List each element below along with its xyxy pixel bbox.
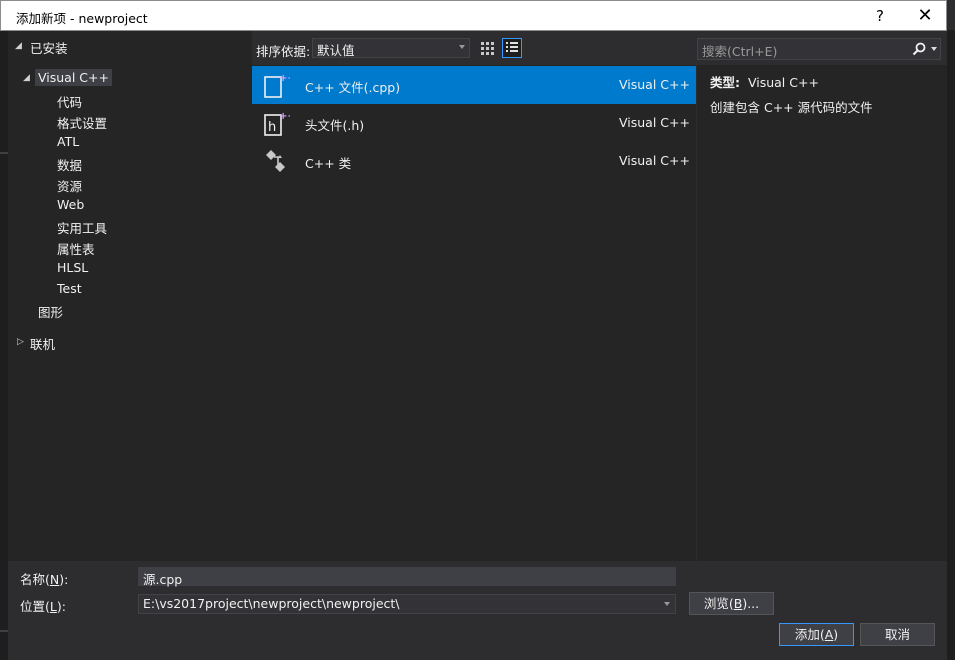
add-button[interactable]: 添加(A) bbox=[779, 623, 854, 646]
template-row-header-file[interactable]: h ++ 头文件(.h) Visual C++ bbox=[252, 104, 696, 142]
sort-dropdown[interactable]: 默认值 bbox=[312, 38, 470, 58]
tree-item-test[interactable]: Test bbox=[57, 281, 82, 296]
chevron-down-icon bbox=[459, 45, 465, 49]
add-new-item-dialog: ◢ 已安装 ◢ Visual C++ 代码 格式设置 ATL 数据 资源 Web… bbox=[8, 31, 947, 648]
location-combobox[interactable]: E:\vs2017project\newproject\newproject\ bbox=[138, 594, 676, 614]
tree-item-graphics[interactable]: 图形 bbox=[38, 302, 63, 321]
background-editor-right bbox=[947, 30, 955, 660]
class-icon bbox=[266, 150, 285, 172]
location-value: E:\vs2017project\newproject\newproject\ bbox=[143, 596, 400, 611]
tree-item-installed[interactable]: 已安装 bbox=[30, 38, 68, 57]
cpp-file-icon: ++ bbox=[264, 73, 290, 98]
template-type: Visual C++ bbox=[619, 115, 690, 130]
template-name: C++ 类 bbox=[305, 156, 352, 171]
category-tree: ◢ 已安装 ◢ Visual C++ 代码 格式设置 ATL 数据 资源 Web… bbox=[8, 31, 252, 561]
template-type: Visual C++ bbox=[619, 77, 690, 92]
sort-label: 排序依据: bbox=[256, 44, 311, 59]
description-type-label: 类型: bbox=[710, 75, 740, 90]
background-editor-left bbox=[0, 30, 8, 660]
svg-text:++: ++ bbox=[279, 73, 290, 84]
tree-item-web[interactable]: Web bbox=[57, 197, 84, 212]
close-button[interactable]: ✕ bbox=[902, 1, 948, 31]
template-list: ++ C++ 文件(.cpp) Visual C++ h ++ 头文件(.h) … bbox=[252, 65, 696, 561]
grid-view-button[interactable] bbox=[477, 38, 497, 58]
window-title: 添加新项 - newproject bbox=[16, 11, 148, 26]
svg-text:++: ++ bbox=[279, 111, 290, 122]
tree-item-visual-cpp[interactable]: Visual C++ bbox=[35, 69, 112, 86]
search-options-chevron-icon[interactable] bbox=[931, 47, 937, 51]
cancel-button[interactable]: 取消 bbox=[860, 623, 935, 646]
list-view-icon bbox=[506, 42, 518, 52]
tree-item-code[interactable]: 代码 bbox=[57, 92, 82, 111]
template-name: 头文件(.h) bbox=[305, 118, 365, 133]
tree-item-atl[interactable]: ATL bbox=[57, 134, 79, 149]
description-type: 类型: Visual C++ bbox=[710, 72, 819, 91]
template-row-cpp-class[interactable]: C++ 类 Visual C++ bbox=[252, 142, 696, 180]
background-divider bbox=[0, 630, 8, 632]
search-input[interactable]: 搜索(Ctrl+E) bbox=[697, 38, 941, 60]
expanded-arrow-icon[interactable]: ◢ bbox=[15, 41, 22, 51]
sort-value: 默认值 bbox=[317, 43, 355, 58]
collapsed-arrow-icon[interactable]: ▷ bbox=[17, 337, 24, 347]
tree-item-formatting[interactable]: 格式设置 bbox=[57, 113, 107, 132]
name-label: 名称(N): bbox=[20, 572, 69, 587]
tree-item-utility[interactable]: 实用工具 bbox=[57, 218, 107, 237]
tree-item-resources[interactable]: 资源 bbox=[57, 176, 82, 195]
expanded-arrow-icon[interactable]: ◢ bbox=[23, 73, 30, 83]
name-input[interactable]: 源.cpp bbox=[138, 567, 676, 587]
tree-item-hlsl[interactable]: HLSL bbox=[57, 260, 88, 275]
description-panel: 类型: Visual C++ 创建包含 C++ 源代码的文件 bbox=[697, 65, 947, 561]
description-type-value: Visual C++ bbox=[747, 75, 819, 90]
grid-view-icon bbox=[481, 42, 494, 55]
template-row-cpp-file[interactable]: ++ C++ 文件(.cpp) Visual C++ bbox=[252, 66, 696, 104]
template-name: C++ 文件(.cpp) bbox=[305, 80, 401, 95]
template-type: Visual C++ bbox=[619, 153, 690, 168]
background-divider bbox=[0, 152, 8, 154]
tree-item-property-sheets[interactable]: 属性表 bbox=[57, 239, 95, 258]
help-button[interactable]: ? bbox=[857, 1, 903, 31]
description-text: 创建包含 C++ 源代码的文件 bbox=[710, 100, 873, 115]
browse-button[interactable]: 浏览(B)... bbox=[689, 592, 774, 615]
location-label: 位置(L): bbox=[20, 599, 66, 614]
svg-text:h: h bbox=[268, 120, 276, 135]
title-bar: 添加新项 - newproject ? ✕ bbox=[0, 0, 947, 31]
list-view-button[interactable] bbox=[502, 38, 522, 58]
chevron-down-icon[interactable] bbox=[664, 602, 670, 606]
search-placeholder: 搜索(Ctrl+E) bbox=[702, 44, 778, 59]
header-file-icon: h ++ bbox=[264, 111, 290, 136]
search-icon[interactable] bbox=[912, 42, 926, 56]
tree-item-online[interactable]: 联机 bbox=[30, 334, 55, 353]
tree-item-data[interactable]: 数据 bbox=[57, 155, 82, 174]
name-value: 源.cpp bbox=[143, 572, 183, 587]
